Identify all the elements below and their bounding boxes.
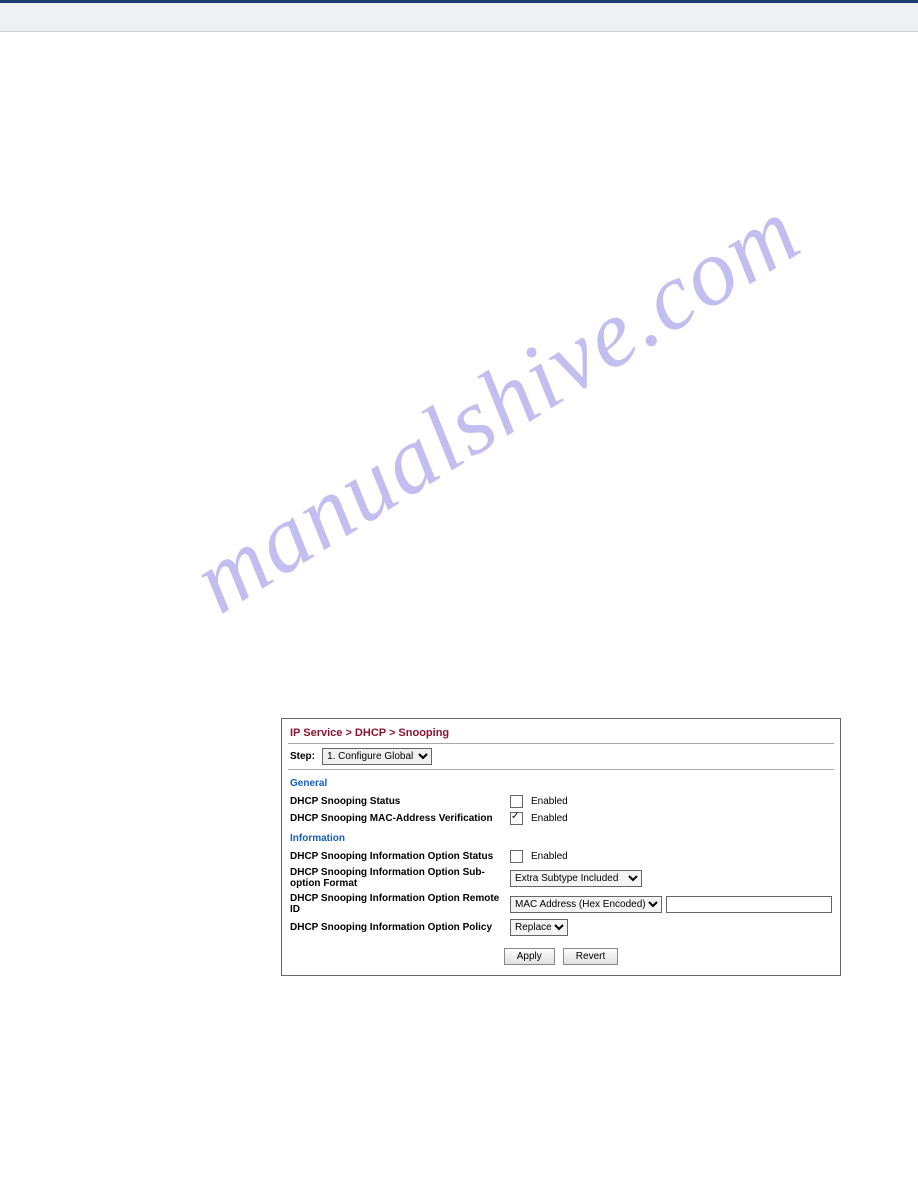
label-snooping-status: DHCP Snooping Status xyxy=(290,796,510,807)
page-header-bar xyxy=(0,0,918,32)
checkbox-text-mac-verification: Enabled xyxy=(531,813,568,824)
checkbox-text-info-status: Enabled xyxy=(531,851,568,862)
revert-button[interactable]: Revert xyxy=(563,948,618,965)
row-suboption-format: DHCP Snooping Information Option Sub-opt… xyxy=(288,865,834,891)
section-title-general: General xyxy=(290,778,834,789)
watermark-text: manualshive.com xyxy=(173,175,818,635)
section-title-information: Information xyxy=(290,833,834,844)
config-panel: IP Service > DHCP > Snooping Step: 1. Co… xyxy=(281,718,841,976)
button-row: Apply Revert xyxy=(288,948,834,965)
checkbox-snooping-status[interactable] xyxy=(510,795,523,808)
row-snooping-status: DHCP Snooping Status Enabled xyxy=(288,793,834,810)
select-suboption-format[interactable]: Extra Subtype Included xyxy=(510,870,642,887)
step-select[interactable]: 1. Configure Global xyxy=(322,748,432,765)
checkbox-info-status[interactable] xyxy=(510,850,523,863)
label-info-status: DHCP Snooping Information Option Status xyxy=(290,851,510,862)
label-policy: DHCP Snooping Information Option Policy xyxy=(290,922,510,933)
step-bar: Step: 1. Configure Global xyxy=(288,743,834,770)
row-remote-id: DHCP Snooping Information Option Remote … xyxy=(288,891,834,917)
label-suboption-format: DHCP Snooping Information Option Sub-opt… xyxy=(290,867,510,889)
select-policy[interactable]: Replace xyxy=(510,919,568,936)
label-remote-id: DHCP Snooping Information Option Remote … xyxy=(290,893,510,915)
step-label: Step: xyxy=(290,751,315,762)
row-info-status: DHCP Snooping Information Option Status … xyxy=(288,848,834,865)
apply-button[interactable]: Apply xyxy=(504,948,555,965)
select-remote-id[interactable]: MAC Address (Hex Encoded) xyxy=(510,896,662,913)
row-mac-verification: DHCP Snooping MAC-Address Verification E… xyxy=(288,810,834,827)
input-remote-id[interactable] xyxy=(666,896,832,913)
label-mac-verification: DHCP Snooping MAC-Address Verification xyxy=(290,813,510,824)
checkbox-text-snooping-status: Enabled xyxy=(531,796,568,807)
breadcrumb: IP Service > DHCP > Snooping xyxy=(288,725,834,743)
checkbox-mac-verification[interactable] xyxy=(510,812,523,825)
row-policy: DHCP Snooping Information Option Policy … xyxy=(288,917,834,938)
